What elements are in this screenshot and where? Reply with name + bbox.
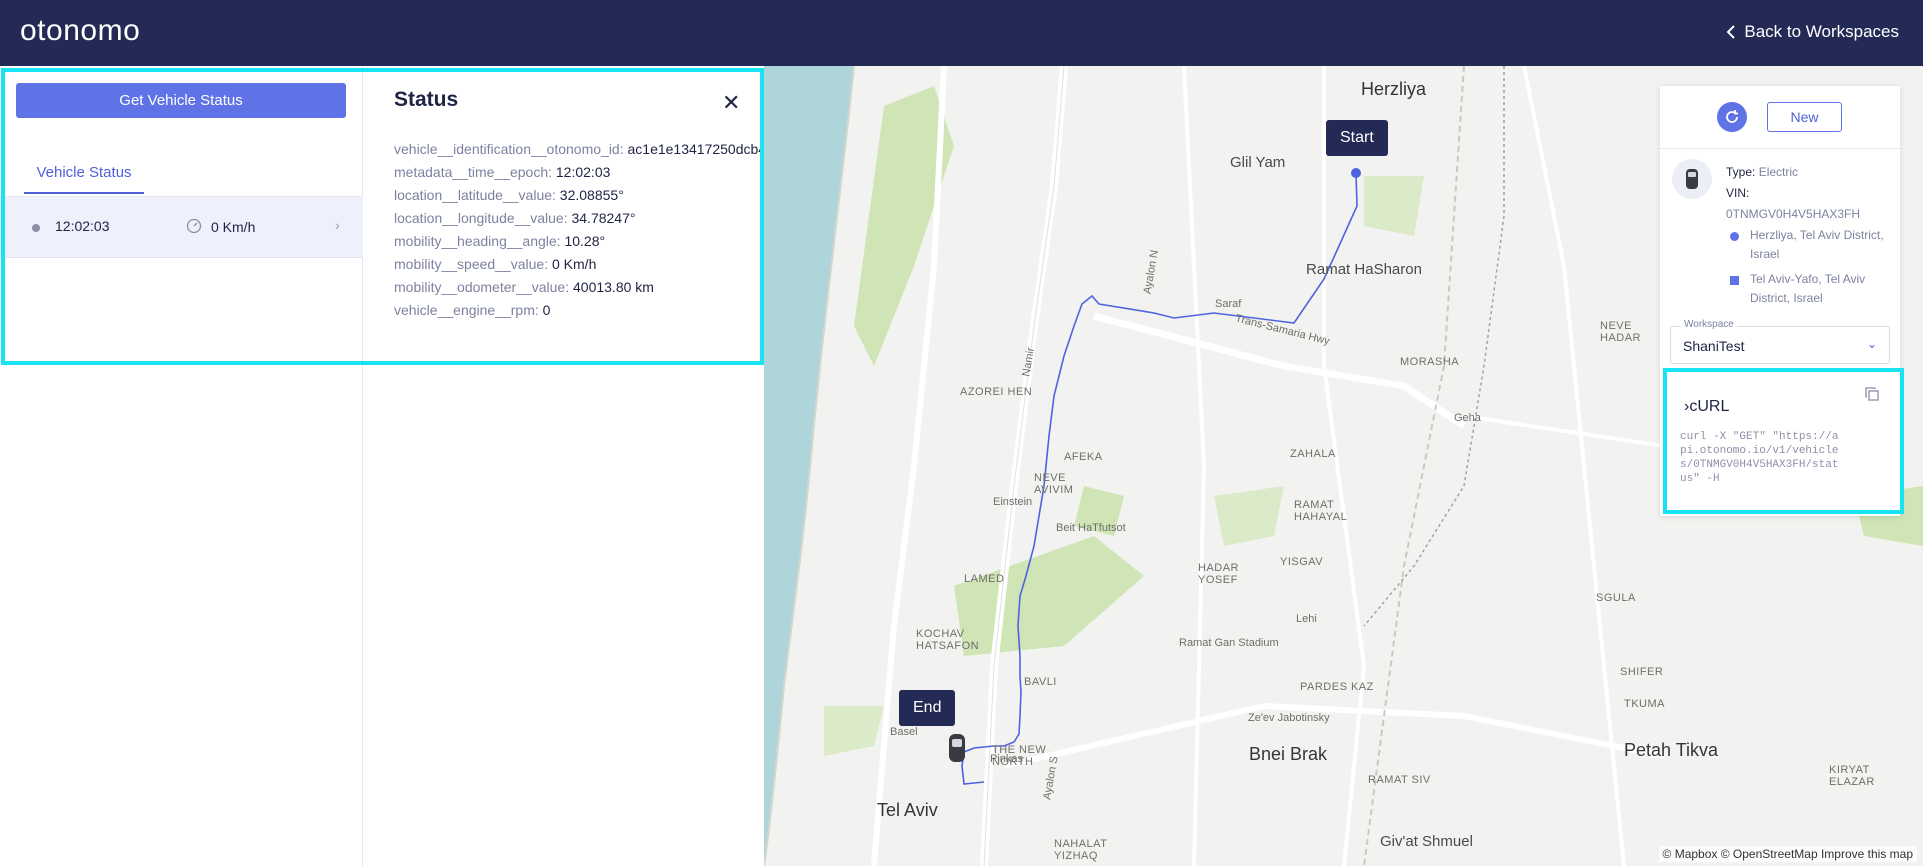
status-field: location__longitude__value: 34.78247° (394, 210, 636, 226)
route-line (961, 172, 1358, 785)
tab-vehicle-status[interactable]: Vehicle Status (24, 164, 144, 194)
neighborhood-label: NEVE AVIVIM (1034, 472, 1074, 496)
workspace-label: Workspace (1681, 319, 1737, 330)
car-icon (949, 734, 965, 762)
chevron-left-icon (1726, 25, 1736, 39)
place-label: Beit HaTfutsot (1056, 522, 1126, 534)
workspace-select[interactable]: Workspace ShaniTest ⌄ (1670, 319, 1890, 364)
end-marker[interactable]: End (899, 690, 956, 726)
vehicle-info: Type: Electric VIN: 0TNMGV0H4V5HAX3FH (1726, 162, 1860, 225)
destination-square-icon (1730, 276, 1739, 285)
street-label: Ze'ev Jabotinsky (1248, 712, 1330, 724)
chevron-down-icon: ⌄ (1866, 337, 1877, 351)
neighborhood-label: PARDES KAZ (1300, 681, 1374, 693)
status-field: mobility__heading__angle: 10.28° (394, 233, 606, 249)
status-field: mobility__speed__value: 0 Km/h (394, 256, 597, 272)
start-point (1351, 168, 1361, 178)
place-label: Petah Tikva (1624, 740, 1719, 760)
neighborhood-label: KOCHAV HATSAFON (916, 628, 980, 652)
speedometer-icon (186, 218, 202, 234)
neighborhood-label: HADAR YOSEF (1198, 562, 1240, 586)
street-label: Basel (890, 726, 918, 738)
vehicle-card: New Type: Electric VIN: 0TNMGV0H4V5HAX3F… (1660, 86, 1900, 516)
top-navbar: otonomo Back to Workspaces (0, 0, 1923, 66)
refresh-button[interactable] (1717, 102, 1747, 132)
place-label: Ramat HaSharon (1306, 261, 1422, 278)
neighborhood-label: AFEKA (1064, 451, 1103, 463)
neighborhood-label: YISGAV (1280, 556, 1324, 568)
chevron-right-icon: › (335, 217, 340, 233)
neighborhood-label: MORASHA (1400, 356, 1460, 368)
divider (1660, 148, 1900, 149)
neighborhood-label: RAMAT SIV (1368, 774, 1431, 786)
curl-box: ›cURL curl -X "GET" "https://api.otonomo… (1670, 376, 1890, 506)
place-label: Bnei Brak (1249, 744, 1328, 764)
type-value: Electric (1758, 165, 1799, 179)
neighborhood-label: KIRYAT ELAZAR (1829, 764, 1875, 788)
status-speed: 0 Km/h (211, 219, 256, 235)
neighborhood-label: ZAHALA (1290, 448, 1336, 460)
close-icon[interactable]: ✕ (722, 90, 740, 116)
street-label: Geha (1454, 412, 1481, 424)
back-label: Back to Workspaces (1744, 22, 1899, 41)
status-field: mobility__odometer__value: 40013.80 km (394, 279, 654, 295)
place-label: Herzliya (1361, 79, 1427, 99)
neighborhood-label: SGULA (1596, 592, 1636, 604)
new-button[interactable]: New (1767, 102, 1842, 132)
status-fields: vehicle__identification__otonomo_id: ac1… (394, 138, 764, 322)
status-list-item[interactable]: 12:02:03 0 Km/h › (0, 197, 363, 258)
back-to-workspaces-link[interactable]: Back to Workspaces (1726, 22, 1899, 42)
curl-title: ›cURL (1684, 398, 1730, 415)
neighborhood-label: TKUMA (1624, 698, 1665, 710)
neighborhood-label: SHIFER (1620, 666, 1664, 678)
map-attribution[interactable]: © Mapbox © OpenStreetMap Improve this ma… (1658, 846, 1917, 862)
status-title: Status (394, 88, 459, 111)
neighborhood-label: BAVLI (1024, 676, 1057, 688)
neighborhood-label: NAHALAT YIZHAQ (1054, 838, 1108, 862)
street-label: Einstein (993, 496, 1033, 508)
origin-dot-icon (1730, 232, 1739, 241)
street-label: Saraf (1215, 298, 1242, 310)
refresh-icon (1726, 110, 1738, 123)
status-time: 12:02:03 (55, 218, 110, 234)
place-label: Tel Aviv (877, 800, 938, 820)
status-field: metadata__time__epoch: 12:02:03 (394, 164, 611, 180)
otonomo-logo: otonomo (20, 14, 141, 47)
status-dot-icon (32, 224, 40, 232)
status-field: location__latitude__value: 32.08855° (394, 187, 624, 203)
place-label: Glil Yam (1230, 154, 1286, 171)
workspace-value: ShaniTest (1683, 338, 1745, 354)
type-key: Type: (1726, 165, 1756, 179)
neighborhood-label: THE NEW NORTH (992, 744, 1047, 768)
vin-key: VIN: (1726, 186, 1750, 200)
neighborhood-label: LAMED (964, 573, 1005, 585)
status-field: vehicle__engine__rpm: 0 (394, 302, 551, 318)
get-vehicle-status-button[interactable]: Get Vehicle Status (16, 83, 346, 118)
car-icon (1672, 159, 1712, 199)
place-label: Ramat Gan Stadium (1179, 637, 1279, 649)
neighborhood-label: AZOREI HEN (960, 386, 1033, 398)
neighborhood-label: NEVE HADAR (1600, 320, 1642, 344)
start-marker[interactable]: Start (1326, 120, 1388, 156)
place-label: Giv'at Shmuel (1380, 833, 1473, 850)
status-panel: Status ✕ vehicle__identification__otonom… (364, 66, 764, 866)
curl-code[interactable]: curl -X "GET" "https://api.otonomo.io/v1… (1680, 430, 1840, 496)
street-label: Lehi (1296, 613, 1317, 625)
copy-icon[interactable] (1864, 386, 1880, 402)
vin-value: 0TNMGV0H4V5HAX3FH (1726, 207, 1861, 221)
status-field: vehicle__identification__otonomo_id: ac1… (394, 141, 764, 157)
neighborhood-label: RAMAT HAHAYAL (1294, 499, 1348, 523)
vehicle-panel: Get Vehicle Status Vehicle Status 12:02:… (0, 66, 363, 866)
